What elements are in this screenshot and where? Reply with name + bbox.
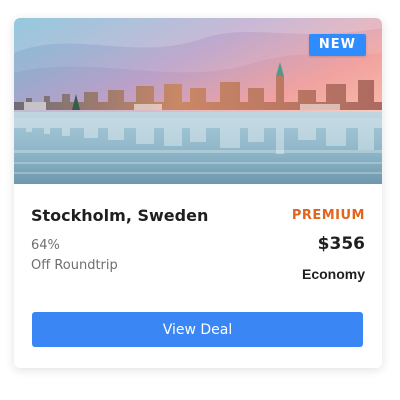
- view-deal-button[interactable]: View Deal: [32, 312, 363, 347]
- cabin-class: Economy: [301, 266, 365, 282]
- discount-info: 64% Off Roundtrip: [31, 236, 118, 276]
- discount-percent: 64%: [31, 238, 60, 253]
- destination-image: NEW: [14, 18, 382, 184]
- destination-title: Stockholm, Sweden: [31, 206, 209, 225]
- discount-label: Off Roundtrip: [31, 258, 118, 273]
- tier-label: PREMIUM: [291, 208, 365, 223]
- deal-details: Stockholm, Sweden 64% Off Roundtrip PREM…: [14, 184, 382, 368]
- deal-card: NEW Stockholm, Sweden 64% Off Roundtrip …: [14, 18, 382, 368]
- new-badge: NEW: [308, 34, 366, 56]
- price-value: $356: [317, 234, 365, 254]
